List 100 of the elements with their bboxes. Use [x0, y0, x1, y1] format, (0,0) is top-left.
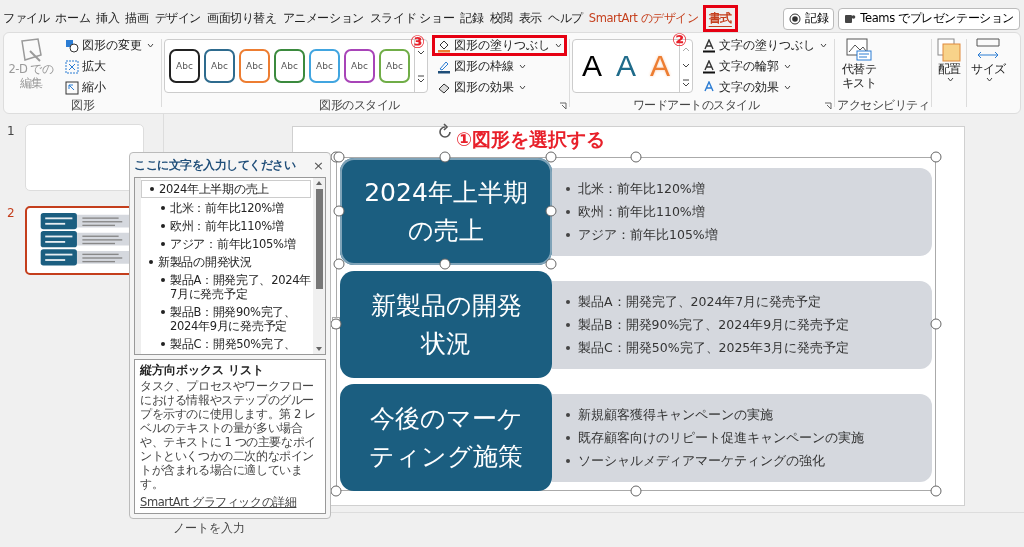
notes-placeholder[interactable]: ノートを入力 [173, 519, 245, 537]
outline-item[interactable]: 製品C：開発50%完了、 [141, 336, 313, 352]
details-link[interactable]: SmartArt グラフィックの詳細 [140, 495, 297, 510]
arrange-button[interactable]: 配置 [934, 35, 964, 84]
smartart-heading-shape[interactable]: 2024年上半期 の売上 [340, 158, 552, 265]
outline-item[interactable]: アジア：前年比105%増 [141, 236, 313, 252]
size-button[interactable]: サイズ [969, 35, 1008, 84]
resize-handle[interactable] [630, 151, 642, 163]
ribbon-tab[interactable]: 書式 [705, 8, 735, 29]
resize-handle[interactable] [333, 205, 345, 216]
bullet-icon [566, 299, 570, 304]
ribbon-tab[interactable]: アニメーション [279, 8, 367, 29]
ribbon-tab[interactable]: 記録 [457, 8, 487, 29]
bullet-text: アジア：前年比105%増 [578, 225, 718, 244]
ribbon-tab[interactable]: ファイル [0, 8, 53, 29]
resize-handle[interactable] [333, 258, 345, 270]
bullet-text: ソーシャルメディアマーケティングの強化 [578, 451, 825, 470]
resize-handle[interactable] [930, 318, 942, 330]
ribbon-button[interactable]: 文字の輪郭 [697, 56, 796, 77]
ribbon-tab[interactable]: デザイン [151, 8, 205, 29]
wordart-style[interactable]: A [577, 49, 607, 83]
ribbon-tab[interactable]: 描画 [122, 8, 152, 29]
ribbon-button[interactable]: 図形の効果 [432, 77, 531, 98]
ribbon-button[interactable]: 図形の変更 [60, 35, 159, 56]
record-button[interactable]: 記録 [783, 7, 835, 30]
close-button[interactable]: × [311, 157, 326, 173]
ribbon-button[interactable]: 文字の効果 [697, 77, 796, 98]
outline-item[interactable]: 欧州：前年比110%増 [141, 218, 313, 234]
present-in-teams-button[interactable]: Teams でプレゼンテーション [838, 7, 1020, 30]
ribbon-tab[interactable]: ホーム [52, 8, 94, 29]
record-icon [789, 12, 802, 25]
chevron-icon [784, 85, 791, 90]
alt-text-button[interactable]: 代替テキスト [837, 35, 881, 98]
resize-handle[interactable] [545, 205, 557, 216]
more-styles-icon[interactable] [416, 73, 426, 85]
enlarge-icon [65, 59, 79, 74]
dialog-launcher-icon[interactable] [559, 102, 567, 110]
bullet-icon [566, 232, 570, 237]
chevron-icon [985, 76, 993, 82]
bullet-text: 新規顧客獲得キャンペーンの実施 [578, 405, 773, 424]
pane-title: ここに文字を入力してください [134, 157, 295, 173]
bullet-icon [566, 186, 570, 191]
scroll-up-icon[interactable] [315, 180, 323, 186]
step-number: ③ [410, 31, 426, 52]
shape-style-swatch[interactable]: Abc [344, 49, 375, 83]
resize-handle[interactable] [930, 485, 942, 497]
outline-item[interactable]: 新製品の開発状況 [141, 254, 313, 270]
bullet-icon [566, 209, 570, 214]
shape-style-swatch[interactable]: Abc [204, 49, 235, 83]
resize-handle[interactable] [333, 151, 345, 163]
shape-style-swatch[interactable]: Abc [274, 49, 305, 83]
ribbon-tab[interactable]: ヘルプ [544, 8, 586, 29]
ribbon-button[interactable]: 図形の塗りつぶし [432, 35, 567, 56]
resize-handle[interactable] [439, 151, 451, 163]
smartart-text-shape[interactable]: 製品A：開発完了、2024年7月に発売予定 製品B：開発90%完了、2024年9月に発売予定 製品C：開発50%完了、2025年3月に発売予定 [552, 280, 932, 369]
ribbon-tab[interactable]: スライド ショー [366, 8, 458, 29]
shape-style-swatch[interactable]: Abc [309, 49, 340, 83]
smartart-frame[interactable] [336, 157, 936, 491]
outline-item[interactable]: 2024年上半期の売上 [141, 180, 311, 198]
outline-item[interactable]: 北米：前年比120%増 [141, 200, 313, 216]
bullet-text: 既存顧客向けのリピート促進キャンペーンの実施 [578, 428, 864, 447]
text-outline-icon [702, 59, 716, 74]
resize-handle[interactable] [930, 151, 942, 163]
dialog-launcher-icon[interactable] [824, 102, 832, 110]
resize-handle[interactable] [545, 151, 557, 163]
shape-style-swatch[interactable]: Abc [379, 49, 410, 83]
ribbon-tab[interactable]: 画面切り替え [204, 8, 280, 29]
smartart-heading-shape[interactable]: 新製品の開発 状況 [340, 271, 552, 378]
scrollbar[interactable] [313, 178, 325, 354]
bullet-text: 製品A：開発完了、2024年7月に発売予定 [578, 292, 822, 311]
ribbon-button[interactable]: 拡大 [60, 56, 111, 77]
resize-handle[interactable] [545, 258, 557, 270]
chevron-icon [820, 43, 827, 48]
bullet-text: 欧州：前年比110%増 [578, 202, 705, 221]
bullet-text: 製品C：開発50%完了、2025年3月に発売予定 [578, 338, 850, 357]
ribbon-tab[interactable]: 表示 [515, 8, 545, 29]
shape-style-swatch[interactable]: Abc [239, 49, 270, 83]
change-shape-icon [65, 38, 79, 53]
scroll-down-icon[interactable] [315, 346, 323, 352]
ribbon-tab[interactable]: 校閲 [486, 8, 516, 29]
resize-handle[interactable] [630, 485, 642, 497]
ribbon-tab[interactable]: 挿入 [93, 8, 123, 29]
group-label: 図形のスタイル [318, 98, 401, 113]
bullet-icon [566, 322, 570, 327]
outline-item[interactable]: 製品B：開発90%完了、2024年9月に発売予定 [141, 304, 313, 334]
resize-handle[interactable] [439, 258, 451, 270]
smartart-text-shape[interactable]: 新規顧客獲得キャンペーンの実施 既存顧客向けのリピート促進キャンペーンの実施 ソーシャルメディアマーケティングの強化 [552, 393, 932, 482]
bullet-icon [566, 435, 570, 440]
pen-icon [437, 59, 451, 74]
ribbon-button[interactable]: 文字の塗りつぶし [697, 35, 832, 56]
rotate-handle[interactable] [436, 123, 454, 141]
smartart-text-shape[interactable]: 北米：前年比120%増 欧州：前年比110%増 アジア：前年比105%増 [552, 167, 932, 256]
smartart-heading-shape[interactable]: 今後のマーケ ティング施策 [340, 384, 552, 491]
shape-style-swatch[interactable]: Abc [169, 49, 200, 83]
outline-item[interactable]: 製品A：開発完了、2024年7月に発売予定 [141, 272, 313, 302]
ribbon-button[interactable]: 図形の枠線 [432, 56, 531, 77]
ribbon-tab[interactable]: SmartArt のデザイン [585, 8, 702, 29]
text-entry-area[interactable]: 2024年上半期の売上 北米：前年比120%増 欧州：前年比110%増 アジア：前年比105%増 新製品の開発状況 製品A：開発完了、2024年7月に発売予定 製品B：開発90%完了、2024年9月に発売予定 製品C：開発50%完了、 [134, 177, 326, 355]
ribbon-button[interactable]: 縮小 [60, 77, 111, 98]
wordart-style[interactable]: A [611, 49, 641, 83]
